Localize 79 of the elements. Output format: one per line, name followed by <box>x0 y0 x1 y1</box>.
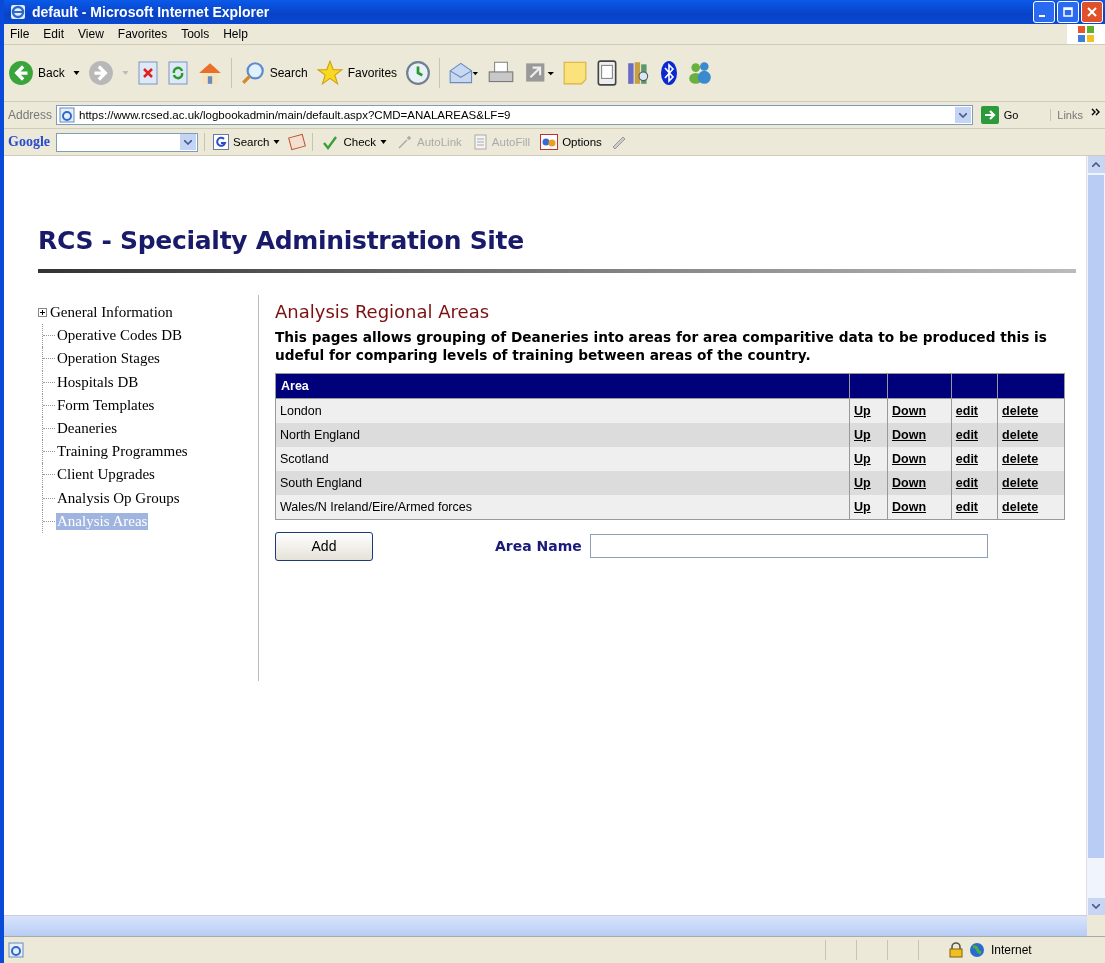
options-icon <box>540 134 559 150</box>
back-button[interactable]: Back <box>8 60 65 86</box>
nav-item[interactable]: General Information <box>49 304 174 322</box>
nav-item[interactable]: Client Upgrades <box>56 466 156 484</box>
minimize-button[interactable] <box>1033 1 1055 23</box>
vertical-scrollbar[interactable] <box>1086 156 1105 915</box>
padlock-icon <box>949 942 963 958</box>
chevron-icon[interactable] <box>1091 108 1101 116</box>
table-cell: South England <box>275 470 850 495</box>
go-button[interactable]: Go <box>976 106 1047 124</box>
nav-item[interactable]: Operation Stages <box>56 350 161 368</box>
chevron-down-icon <box>958 112 967 118</box>
menu-item[interactable]: File <box>10 27 30 41</box>
caret-icon <box>273 140 281 144</box>
scroll-up-icon[interactable] <box>1092 162 1100 167</box>
column-header: Area <box>275 373 850 399</box>
area-name-field[interactable] <box>589 534 988 559</box>
go-arrow-icon <box>980 106 999 124</box>
nav-item[interactable]: Training Programmes <box>56 443 189 461</box>
spell-check-button[interactable]: Check <box>319 134 390 150</box>
nav-item[interactable]: Form Templates <box>56 396 156 414</box>
scroll-down-icon[interactable] <box>1092 904 1100 909</box>
form-icon <box>471 134 488 150</box>
horizontal-scrollbar[interactable] <box>4 915 1087 936</box>
device-icon[interactable] <box>596 60 619 86</box>
close-button[interactable] <box>1081 1 1103 23</box>
maximize-icon <box>1063 7 1073 17</box>
page-icon <box>59 107 76 123</box>
google-search-field[interactable] <box>56 132 198 152</box>
links-button[interactable]: Links <box>1050 109 1083 121</box>
history-icon[interactable] <box>405 60 432 86</box>
menu-item[interactable]: Favorites <box>117 27 168 41</box>
dropdown-icon[interactable] <box>184 139 192 145</box>
address-field[interactable]: https://www.rcsed.ac.uk/logbookadmin/main/default.aspx?CMD=ANALAREAS&LF=9 <box>56 105 973 125</box>
nav-item[interactable]: Deaneries <box>56 420 118 438</box>
nav-item[interactable]: Operative Codes DB <box>56 327 183 345</box>
g-icon <box>213 134 229 150</box>
caret-icon <box>380 140 388 144</box>
windows-flag-icon <box>1067 24 1105 44</box>
search-button[interactable]: Search <box>239 60 308 86</box>
browser-logo-icon <box>10 4 26 20</box>
check-mark-icon <box>321 134 340 150</box>
expand-icon[interactable] <box>38 308 47 318</box>
stop-icon[interactable] <box>136 61 159 85</box>
globe-icon <box>969 942 985 958</box>
menu-item[interactable]: View <box>78 27 104 41</box>
table-cell: London <box>275 398 850 423</box>
dropdown-icon[interactable] <box>954 107 971 123</box>
page-icon <box>8 942 24 958</box>
menu-item[interactable]: Tools <box>181 27 210 41</box>
window-title: default - Microsoft Internet Explorer <box>32 4 270 20</box>
maximize-button[interactable] <box>1057 1 1079 23</box>
table-cell: North England <box>275 422 850 447</box>
table-cell: Wales/N Ireland/Eire/Armed forces <box>275 494 850 520</box>
page-heading: Analysis Regional Areas <box>275 301 491 322</box>
google-logo[interactable]: Google <box>8 134 50 150</box>
minimize-icon <box>1039 15 1045 17</box>
menu-item[interactable]: Help <box>223 27 248 41</box>
nav-item[interactable]: Hospitals DB <box>56 373 140 391</box>
wand-icon <box>397 134 414 150</box>
star-icon <box>315 60 344 86</box>
security-zone: Internet <box>991 943 1033 957</box>
close-icon <box>1087 7 1097 17</box>
description-text: This pages allows grouping of Deaneries into areas for area comparitive data to be produced this is udeful for comparing levels of training between areas of the country. <box>275 328 1048 365</box>
area-name-label: Area Name <box>495 538 582 555</box>
search-icon <box>239 60 266 86</box>
mail-icon[interactable] <box>448 60 479 86</box>
site-title: RCS - Specialty Administration Site <box>38 226 525 255</box>
google-search-button[interactable]: Search <box>211 134 283 150</box>
refresh-icon[interactable] <box>166 61 189 85</box>
caret-icon[interactable] <box>72 71 80 75</box>
favorites-button[interactable]: Favorites <box>315 60 398 86</box>
add-button[interactable]: Add <box>275 531 373 561</box>
address-label: Address <box>8 108 53 122</box>
table-cell: Scotland <box>275 446 850 471</box>
nav-item[interactable]: Analysis Op Groups <box>56 489 181 507</box>
bluetooth-icon[interactable] <box>660 60 679 86</box>
options-button[interactable]: Options <box>538 134 604 150</box>
menu-item[interactable]: Edit <box>43 27 65 41</box>
